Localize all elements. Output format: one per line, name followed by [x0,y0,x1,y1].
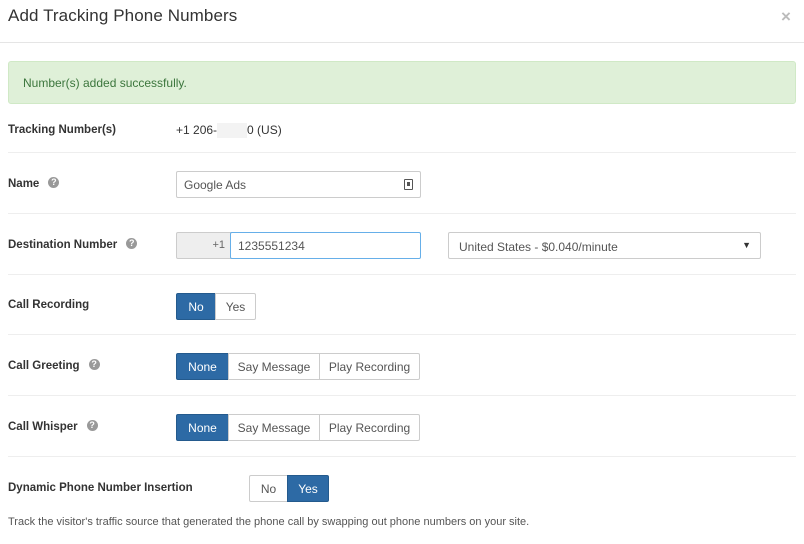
row-divider [8,395,796,396]
name-input-value: Google Ads [184,178,247,192]
tracking-number-label: Tracking Number(s) [8,124,116,136]
tracking-number-suffix: 0 (US) [247,123,282,137]
alert-text: Number(s) added successfully. [23,76,187,90]
dni-description: Track the visitor's traffic source that … [8,516,530,528]
question-circle-icon[interactable]: ? [126,238,138,250]
call-greeting-none-button[interactable]: None [176,353,229,380]
dni-no-button[interactable]: No [249,475,288,502]
call-greeting-options: None Say Message Play Recording [176,353,420,380]
dni-yes-button[interactable]: Yes [287,475,329,502]
rate-select[interactable]: United States - $0.040/minute ▼ [448,232,761,259]
destination-number-value: 1235551234 [238,239,305,253]
dni-toggle: No Yes [249,475,329,502]
country-code-text: +1 [212,239,225,251]
destination-number-input[interactable]: 1235551234 [230,232,421,259]
tracking-number-prefix: +1 206- [176,123,218,137]
country-code-addon: +1 [176,232,232,259]
call-greeting-label-text: Call Greeting [8,360,80,372]
call-recording-no-button[interactable]: No [176,293,216,320]
call-whisper-say-message-button[interactable]: Say Message [228,414,320,441]
call-whisper-play-recording-button[interactable]: Play Recording [319,414,420,441]
question-circle-icon[interactable]: ? [86,420,98,432]
call-recording-yes-button[interactable]: Yes [215,293,256,320]
call-whisper-none-button[interactable]: None [176,414,229,441]
close-icon[interactable]: × [781,7,791,27]
header-divider [0,42,804,43]
call-whisper-label: Call Whisper? [8,420,98,433]
chevron-down-icon: ▼ [742,240,751,250]
name-label: Name? [8,177,60,190]
row-divider [8,334,796,335]
row-divider [8,213,796,214]
call-recording-label: Call Recording [8,299,90,311]
redacted-digits [217,123,248,139]
modal-title: Add Tracking Phone Numbers [8,6,238,25]
name-label-text: Name [8,178,40,190]
dni-label: Dynamic Phone Number Insertion [8,482,193,494]
rate-select-value: United States - $0.040/minute [459,240,618,254]
call-greeting-say-message-button[interactable]: Say Message [228,353,320,380]
name-input[interactable]: Google Ads [176,171,421,198]
destination-label-text: Destination Number [8,239,118,251]
destination-label: Destination Number? [8,238,138,251]
tracking-number-value: +1 206- 0 (US) [176,123,282,139]
contact-card-icon[interactable] [404,179,413,190]
call-whisper-label-text: Call Whisper [8,421,78,433]
call-greeting-play-recording-button[interactable]: Play Recording [319,353,420,380]
row-divider [8,456,796,457]
call-greeting-label: Call Greeting? [8,359,100,372]
question-circle-icon[interactable]: ? [48,177,60,189]
row-divider [8,274,796,275]
call-whisper-options: None Say Message Play Recording [176,414,420,441]
row-divider [8,152,796,153]
question-circle-icon[interactable]: ? [88,359,100,371]
success-alert: Number(s) added successfully. [8,61,796,104]
call-recording-toggle: No Yes [176,293,256,320]
